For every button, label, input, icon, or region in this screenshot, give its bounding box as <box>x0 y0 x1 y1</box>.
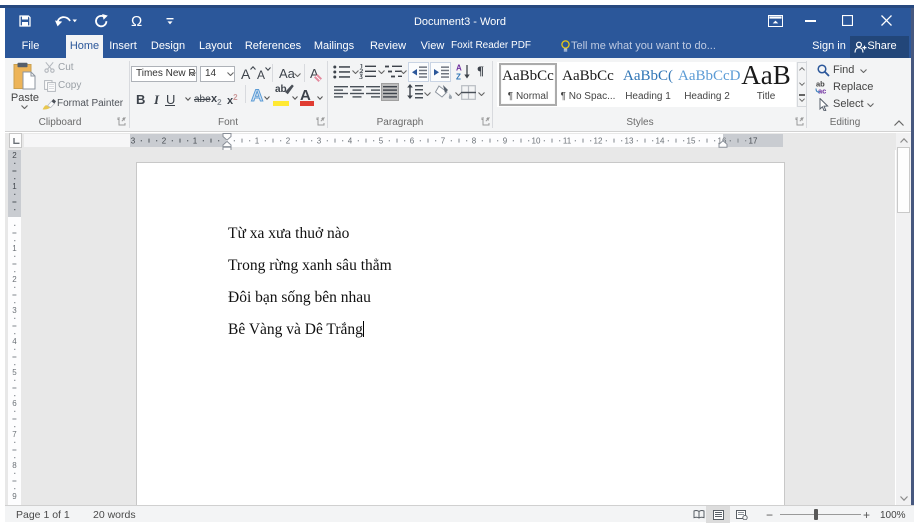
svg-text:3: 3 <box>12 306 17 315</box>
svg-text:7: 7 <box>12 430 17 439</box>
svg-text:7: 7 <box>441 137 446 146</box>
svg-text:9: 9 <box>503 137 508 146</box>
svg-text:2: 2 <box>162 137 167 146</box>
svg-text:3: 3 <box>131 137 136 146</box>
svg-text:1: 1 <box>12 182 17 191</box>
svg-text:15: 15 <box>687 137 696 146</box>
svg-text:12: 12 <box>594 137 603 146</box>
svg-text:6: 6 <box>12 399 17 408</box>
svg-text:2: 2 <box>12 151 17 160</box>
svg-text:8: 8 <box>12 461 17 470</box>
svg-text:10: 10 <box>532 137 541 146</box>
svg-text:1: 1 <box>255 137 260 146</box>
svg-text:13: 13 <box>625 137 634 146</box>
svg-text:5: 5 <box>12 368 17 377</box>
svg-text:A: A <box>456 64 462 73</box>
svg-text:5: 5 <box>379 137 384 146</box>
svg-text:9: 9 <box>12 492 17 501</box>
svg-text:11: 11 <box>563 137 572 146</box>
svg-text:6: 6 <box>410 137 415 146</box>
svg-text:14: 14 <box>656 137 665 146</box>
svg-text:2: 2 <box>286 137 291 146</box>
svg-text:2: 2 <box>12 275 17 284</box>
svg-text:Z: Z <box>456 73 461 81</box>
svg-text:ac: ac <box>818 87 826 95</box>
svg-text:1: 1 <box>193 137 198 146</box>
svg-text:4: 4 <box>348 137 353 146</box>
svg-text:1: 1 <box>12 244 17 253</box>
svg-text:3: 3 <box>317 137 322 146</box>
svg-text:8: 8 <box>472 137 477 146</box>
svg-text:17: 17 <box>749 137 758 146</box>
svg-text:4: 4 <box>12 337 17 346</box>
